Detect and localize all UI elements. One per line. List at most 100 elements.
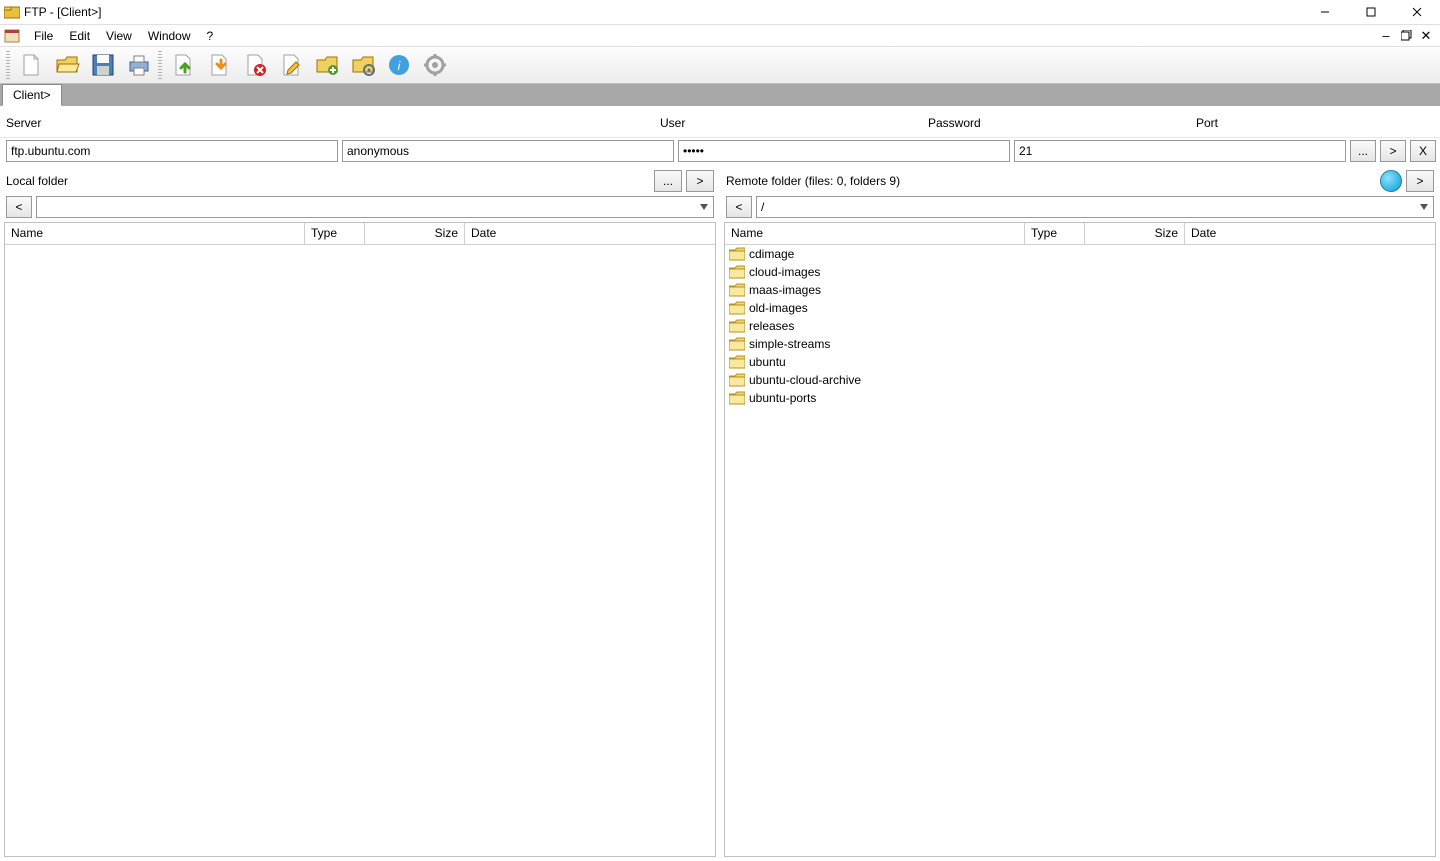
folder-icon [729, 355, 745, 369]
toolbar-grip-2[interactable] [158, 51, 162, 79]
remote-file-list[interactable]: Name Type Size Date cdimage cloud-images m… [724, 222, 1436, 857]
minimize-button[interactable] [1302, 0, 1348, 24]
remote-file-body[interactable]: cdimage cloud-images maas-images old-images… [725, 245, 1435, 856]
local-col-type[interactable]: Type [305, 223, 365, 244]
toolbar-open-icon[interactable] [50, 48, 84, 82]
remote-col-type[interactable]: Type [1025, 223, 1085, 244]
file-name: cdimage [749, 247, 794, 261]
svg-text:i: i [398, 59, 401, 73]
local-col-size[interactable]: Size [365, 223, 465, 244]
remote-folder-label: Remote folder (files: 0, folders 9) [726, 174, 900, 188]
local-path-row: < [0, 194, 720, 222]
tabstrip: Client> [0, 84, 1440, 106]
folder-icon [729, 301, 745, 315]
toolbar-upload-icon[interactable] [166, 48, 200, 82]
server-input[interactable] [6, 140, 338, 162]
list-item[interactable]: ubuntu-ports [725, 389, 1435, 407]
remote-folder-go-button[interactable]: > [1406, 170, 1434, 192]
mdi-child-icon [4, 28, 20, 44]
local-file-body[interactable] [5, 245, 715, 856]
local-folder-go-button[interactable]: > [686, 170, 714, 192]
toolbar-print-icon[interactable] [122, 48, 156, 82]
toolbar-delete-icon[interactable] [238, 48, 272, 82]
user-input[interactable] [342, 140, 674, 162]
folder-icon [729, 265, 745, 279]
port-input[interactable] [1014, 140, 1346, 162]
menu-view[interactable]: View [98, 27, 140, 45]
toolbar-new-icon[interactable] [14, 48, 48, 82]
toolbar-settings-icon[interactable] [418, 48, 452, 82]
local-folder-browse-button[interactable]: ... [654, 170, 682, 192]
disconnect-button[interactable]: X [1410, 140, 1436, 162]
local-col-date[interactable]: Date [465, 223, 715, 244]
remote-folder-header: Remote folder (files: 0, folders 9) > [720, 168, 1440, 194]
file-name: releases [749, 319, 794, 333]
user-label: User [660, 116, 685, 130]
connection-browse-button[interactable]: ... [1350, 140, 1376, 162]
list-item[interactable]: maas-images [725, 281, 1435, 299]
file-name: ubuntu-ports [749, 391, 816, 405]
menubar: File Edit View Window ? – ✕ [0, 24, 1440, 46]
mdi-close-button[interactable]: ✕ [1418, 28, 1434, 44]
remote-path-dropdown-icon[interactable] [1415, 197, 1433, 217]
list-item[interactable]: releases [725, 317, 1435, 335]
menu-window[interactable]: Window [140, 27, 199, 45]
mdi-restore-button[interactable] [1398, 28, 1414, 44]
remote-col-name[interactable]: Name [725, 223, 1025, 244]
toolbar-download-icon[interactable] [202, 48, 236, 82]
local-folder-header: Local folder ... > [0, 168, 720, 194]
file-name: simple-streams [749, 337, 830, 351]
remote-path-row: < [720, 194, 1440, 222]
list-item[interactable]: ubuntu-cloud-archive [725, 371, 1435, 389]
app-icon [4, 4, 20, 20]
toolbar-new-folder-icon[interactable] [310, 48, 344, 82]
password-label: Password [928, 116, 981, 130]
folder-icon [729, 391, 745, 405]
remote-col-date[interactable]: Date [1185, 223, 1435, 244]
connection-inputs: ... > X [0, 138, 1440, 168]
local-back-button[interactable]: < [6, 196, 32, 218]
list-item[interactable]: cdimage [725, 245, 1435, 263]
local-col-name[interactable]: Name [5, 223, 305, 244]
list-item[interactable]: simple-streams [725, 335, 1435, 353]
server-label: Server [6, 116, 41, 130]
mdi-minimize-button[interactable]: – [1378, 28, 1394, 44]
file-name: old-images [749, 301, 808, 315]
globe-icon [1380, 170, 1402, 192]
list-item[interactable]: old-images [725, 299, 1435, 317]
remote-back-button[interactable]: < [726, 196, 752, 218]
toolbar-folder-settings-icon[interactable] [346, 48, 380, 82]
maximize-button[interactable] [1348, 0, 1394, 24]
local-folder-label: Local folder [6, 174, 68, 188]
list-item[interactable]: ubuntu [725, 353, 1435, 371]
local-file-list[interactable]: Name Type Size Date [4, 222, 716, 857]
file-name: maas-images [749, 283, 821, 297]
folder-icon [729, 337, 745, 351]
menu-edit[interactable]: Edit [61, 27, 98, 45]
toolbar-edit-icon[interactable] [274, 48, 308, 82]
remote-col-size[interactable]: Size [1085, 223, 1185, 244]
file-name: cloud-images [749, 265, 820, 279]
menu-help[interactable]: ? [199, 27, 222, 45]
toolbar-save-icon[interactable] [86, 48, 120, 82]
password-input[interactable] [678, 140, 1010, 162]
port-label: Port [1196, 116, 1218, 130]
file-name: ubuntu [749, 355, 786, 369]
local-path-input[interactable] [36, 196, 714, 218]
remote-path-input[interactable] [756, 196, 1434, 218]
connection-labels: Server User Password Port [0, 106, 1440, 138]
close-button[interactable] [1394, 0, 1440, 24]
toolbar: i [0, 46, 1440, 84]
list-item[interactable]: cloud-images [725, 263, 1435, 281]
file-name: ubuntu-cloud-archive [749, 373, 861, 387]
toolbar-grip[interactable] [6, 51, 10, 79]
connect-button[interactable]: > [1380, 140, 1406, 162]
window-titlebar: FTP - [Client>] [0, 0, 1440, 24]
folder-icon [729, 283, 745, 297]
local-columns: Name Type Size Date [5, 223, 715, 245]
tab-client[interactable]: Client> [2, 84, 62, 106]
toolbar-info-icon[interactable]: i [382, 48, 416, 82]
folder-icon [729, 247, 745, 261]
local-path-dropdown-icon[interactable] [695, 197, 713, 217]
menu-file[interactable]: File [26, 27, 61, 45]
